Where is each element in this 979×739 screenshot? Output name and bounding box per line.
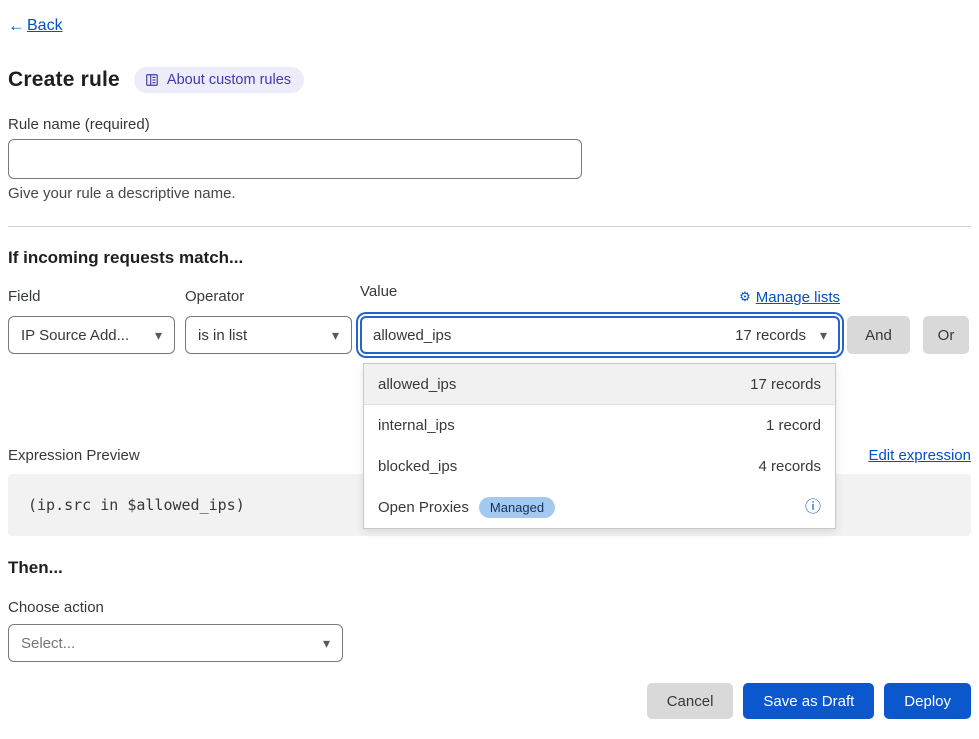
list-name: internal_ips — [378, 417, 455, 434]
value-column: Value ⚙ Manage lists allowed_ips 17 reco… — [360, 288, 840, 354]
field-select-value: IP Source Add... — [21, 327, 129, 344]
chevron-down-icon: ▾ — [332, 328, 339, 342]
list-record-count: 4 records — [758, 458, 821, 475]
list-name: allowed_ips — [378, 376, 456, 393]
about-custom-rules-link[interactable]: About custom rules — [134, 67, 304, 93]
expression-code: (ip.src in $allowed_ips) — [28, 496, 245, 514]
value-select-right: 17 records ▾ — [735, 327, 827, 344]
rule-name-help-text: Give your rule a descriptive name. — [8, 185, 971, 202]
value-select-meta: 17 records — [735, 327, 806, 344]
dropdown-item-blocked-ips[interactable]: blocked_ips 4 records — [364, 446, 835, 487]
page-title: Create rule — [8, 68, 120, 92]
edit-expression-link[interactable]: Edit expression — [868, 447, 971, 464]
rule-name-label: Rule name (required) — [8, 116, 971, 133]
list-name: Open Proxies — [378, 499, 469, 516]
value-label-row: Value ⚙ Manage lists — [360, 288, 840, 306]
back-link-label: Back — [27, 17, 63, 35]
choose-action-label: Choose action — [8, 599, 971, 616]
rule-name-group: Rule name (required) Give your rule a de… — [8, 116, 971, 202]
operator-label: Operator — [185, 288, 352, 306]
list-name: blocked_ips — [378, 458, 457, 475]
operator-select-value: is in list — [198, 327, 247, 344]
choose-action-group: Choose action Select... ▾ — [8, 599, 971, 662]
manage-lists-link[interactable]: ⚙ Manage lists — [739, 289, 840, 306]
value-select-wrapper: allowed_ips 17 records ▾ allowed_ips 17 … — [360, 316, 840, 354]
manage-lists-label: Manage lists — [756, 289, 840, 306]
rule-name-input[interactable] — [8, 139, 582, 179]
operator-select[interactable]: is in list ▾ — [185, 316, 352, 354]
list-dropdown-panel: allowed_ips 17 records internal_ips 1 re… — [363, 363, 836, 529]
value-label: Value — [360, 283, 397, 301]
chevron-down-icon: ▾ — [323, 636, 330, 650]
section-divider — [8, 226, 971, 227]
dropdown-item-internal-ips[interactable]: internal_ips 1 record — [364, 405, 835, 446]
dropdown-item-open-proxies[interactable]: Open Proxies Managed ⓘ — [364, 487, 835, 528]
cancel-button[interactable]: Cancel — [647, 683, 734, 719]
deploy-button[interactable]: Deploy — [884, 683, 971, 719]
field-select[interactable]: IP Source Add... ▾ — [8, 316, 175, 354]
managed-badge: Managed — [479, 497, 555, 518]
dropdown-item-allowed-ips[interactable]: allowed_ips 17 records — [364, 364, 835, 405]
save-as-draft-button[interactable]: Save as Draft — [743, 683, 874, 719]
create-rule-page: ←Back Create rule About custom rules Rul… — [0, 0, 979, 719]
value-select-value: allowed_ips — [373, 327, 451, 344]
footer-actions: Cancel Save as Draft Deploy — [8, 683, 971, 719]
open-proxies-left: Open Proxies Managed — [378, 497, 555, 518]
field-label: Field — [8, 288, 175, 306]
list-record-count: 1 record — [766, 417, 821, 434]
chevron-down-icon: ▾ — [820, 328, 827, 342]
value-select[interactable]: allowed_ips 17 records ▾ — [360, 316, 840, 354]
gear-icon: ⚙ — [739, 289, 751, 305]
list-record-count: 17 records — [750, 376, 821, 393]
info-icon[interactable]: ⓘ — [805, 500, 821, 516]
match-condition-row: Field IP Source Add... ▾ Operator is in … — [8, 288, 971, 354]
action-select[interactable]: Select... ▾ — [8, 624, 343, 662]
about-custom-rules-label: About custom rules — [167, 72, 291, 88]
chevron-down-icon: ▾ — [155, 328, 162, 342]
and-button[interactable]: And — [847, 316, 910, 354]
match-section-heading: If incoming requests match... — [8, 248, 971, 268]
or-button[interactable]: Or — [923, 316, 969, 354]
expression-preview-label: Expression Preview — [8, 447, 140, 464]
operator-column: Operator is in list ▾ — [185, 288, 352, 354]
back-link[interactable]: ←Back — [8, 16, 63, 36]
then-section-heading: Then... — [8, 558, 971, 578]
book-icon — [145, 73, 159, 87]
action-select-placeholder: Select... — [21, 635, 75, 652]
back-arrow-icon: ← — [8, 16, 25, 36]
field-column: Field IP Source Add... ▾ — [8, 288, 175, 354]
title-row: Create rule About custom rules — [8, 66, 971, 94]
